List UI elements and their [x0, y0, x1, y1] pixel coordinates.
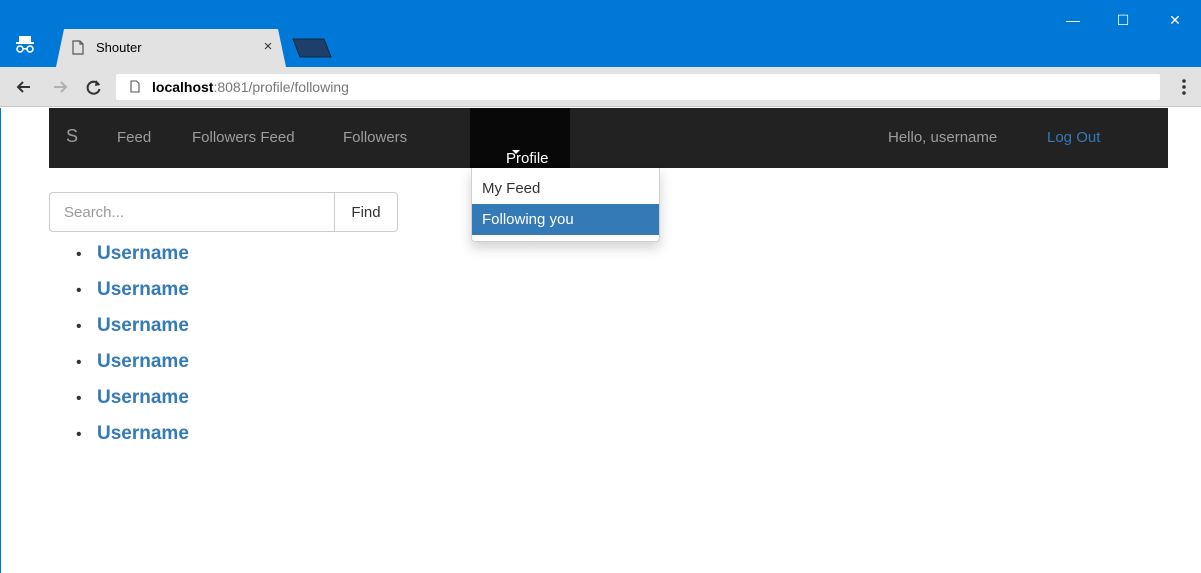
greeting-text: Hello, username	[888, 129, 998, 146]
page-icon	[130, 80, 140, 93]
dropdown-item-my-feed[interactable]: My Feed	[472, 173, 659, 204]
caret-down-icon	[512, 150, 520, 154]
url-field[interactable]: localhost:8081/profile/following	[116, 74, 1160, 100]
search-form: Find	[49, 192, 398, 232]
profile-dropdown-menu: My Feed Following you	[471, 168, 660, 242]
user-link[interactable]: Username	[97, 279, 189, 301]
reload-icon[interactable]	[84, 77, 104, 97]
user-link[interactable]: Username	[97, 243, 189, 265]
brand-link[interactable]: S	[66, 126, 78, 147]
logout-link[interactable]: Log Out	[1047, 129, 1100, 146]
maximize-button[interactable]: ☐	[1100, 6, 1146, 34]
navbar: S Feed Followers Feed Followers Profile …	[49, 108, 1168, 168]
user-link[interactable]: Username	[97, 387, 189, 409]
nav-profile-dropdown[interactable]: Profile	[470, 108, 570, 168]
nav-link-followers[interactable]: Followers	[343, 129, 407, 146]
page-icon	[72, 40, 84, 55]
url-text: localhost:8081/profile/following	[152, 79, 349, 95]
nav-link-followers-feed[interactable]: Followers Feed	[192, 129, 295, 146]
tab-title: Shouter	[96, 40, 142, 55]
search-input[interactable]	[49, 192, 335, 232]
nav-link-feed[interactable]: Feed	[117, 129, 151, 146]
close-window-button[interactable]: ✕	[1152, 6, 1198, 34]
minimize-button[interactable]: —	[1050, 6, 1096, 34]
page-viewport: S Feed Followers Feed Followers Profile …	[0, 108, 1201, 573]
new-tab-button[interactable]	[292, 38, 332, 58]
address-bar: localhost:8081/profile/following	[0, 67, 1201, 107]
back-icon[interactable]	[14, 77, 34, 97]
find-button[interactable]: Find	[334, 192, 398, 232]
tab-close-icon[interactable]: ×	[260, 38, 276, 56]
forward-icon[interactable]	[50, 77, 70, 97]
user-link[interactable]: Username	[97, 315, 189, 337]
incognito-icon	[16, 36, 34, 53]
window-titlebar: Shouter × — ☐ ✕	[0, 0, 1201, 67]
user-link[interactable]: Username	[97, 423, 189, 445]
menu-icon[interactable]	[1176, 77, 1192, 97]
browser-tab[interactable]: Shouter ×	[56, 29, 286, 67]
user-link[interactable]: Username	[97, 351, 189, 373]
dropdown-item-following-you[interactable]: Following you	[472, 204, 659, 235]
